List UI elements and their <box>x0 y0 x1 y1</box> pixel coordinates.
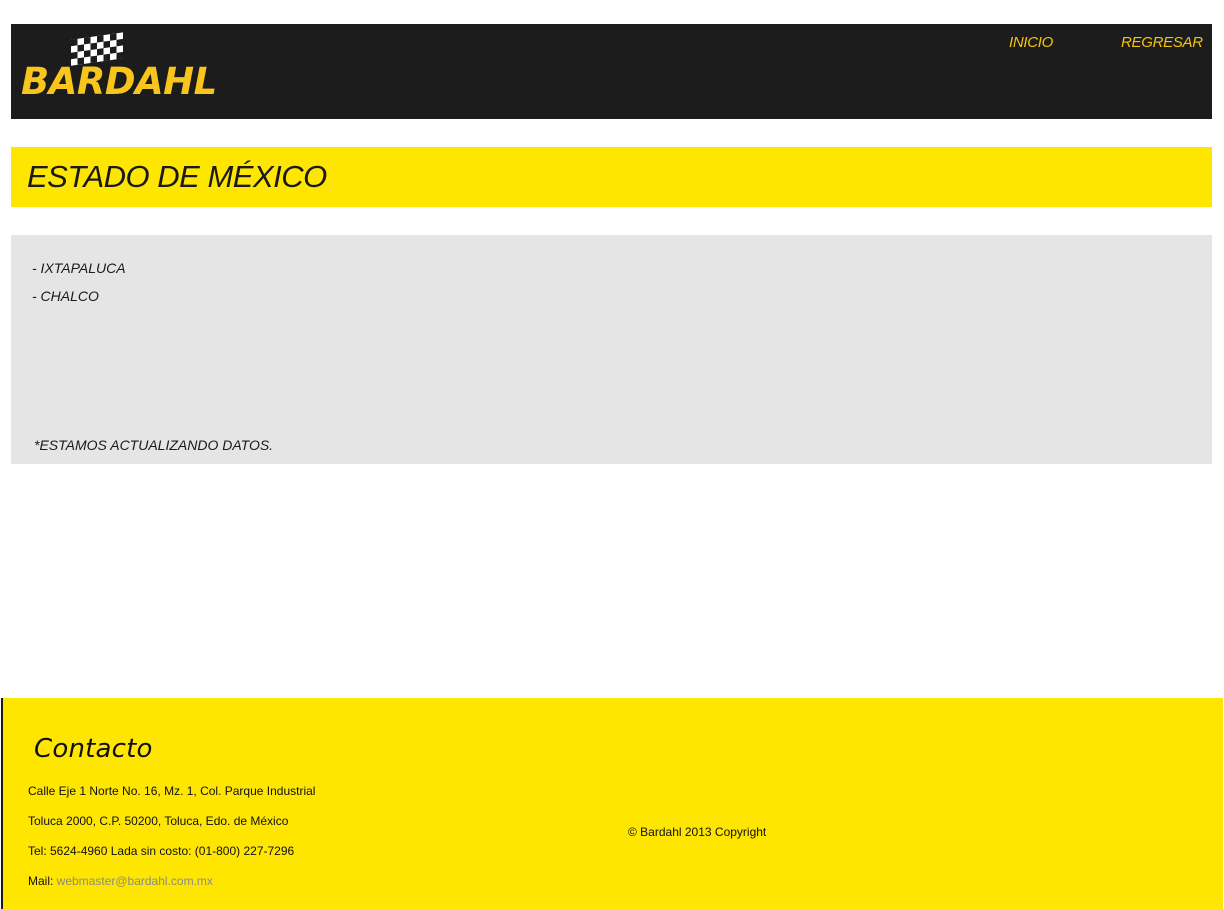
mail-link[interactable]: webmaster@bardahl.com.mx <box>57 874 213 888</box>
copyright-text: © Bardahl 2013 Copyright <box>628 825 767 839</box>
locations-panel: - IXTAPALUCA - CHALCO *ESTAMOS ACTUALIZA… <box>11 235 1212 464</box>
contact-heading: Contacto <box>34 734 153 764</box>
site-header: BARDAHL INICIO REGRESAR <box>11 24 1212 119</box>
title-bar: ESTADO DE MÉXICO <box>11 147 1212 207</box>
mail-label: Mail: <box>28 874 57 888</box>
location-item: - CHALCO <box>32 288 99 304</box>
logo-wordmark: BARDAHL <box>21 60 217 103</box>
update-note: *ESTAMOS ACTUALIZANDO DATOS. <box>34 437 274 453</box>
phone-line: Tel: 5624-4960 Lada sin costo: (01-800) … <box>28 844 295 858</box>
site-footer: Contacto Calle Eje 1 Norte No. 16, Mz. 1… <box>1 698 1223 909</box>
page-title: ESTADO DE MÉXICO <box>27 159 327 194</box>
nav-inicio-link[interactable]: INICIO <box>1009 34 1053 51</box>
location-item: - IXTAPALUCA <box>32 260 126 276</box>
address-line-1: Calle Eje 1 Norte No. 16, Mz. 1, Col. Pa… <box>28 784 316 798</box>
mail-line: Mail: webmaster@bardahl.com.mx <box>28 874 213 888</box>
bardahl-logo[interactable]: BARDAHL <box>21 30 217 112</box>
nav-regresar-link[interactable]: REGRESAR <box>1121 34 1203 51</box>
address-line-2: Toluca 2000, C.P. 50200, Toluca, Edo. de… <box>28 814 289 828</box>
